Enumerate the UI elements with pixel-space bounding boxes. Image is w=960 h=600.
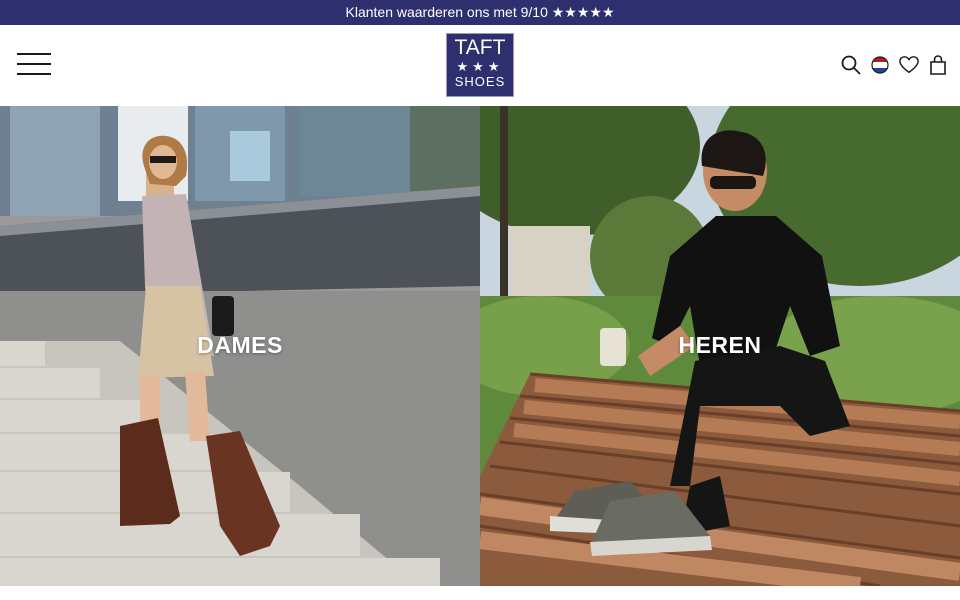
logo-line-1: TAFT [454, 36, 506, 59]
announcement-bar: Klanten waarderen ons met 9/10 ★★★★★ [0, 0, 960, 25]
logo-line-3: SHOES [454, 74, 506, 89]
hero-banner: DAMES HEREN [0, 106, 960, 586]
site-header: TAFT ★★★ SHOES [0, 25, 960, 106]
page-bottom-spacer [0, 586, 960, 600]
site-logo[interactable]: TAFT ★★★ SHOES [446, 33, 514, 97]
dames-label[interactable]: DAMES [0, 332, 480, 359]
header-icons [841, 55, 948, 75]
bag-icon[interactable] [928, 55, 948, 75]
announcement-text: Klanten waarderen ons met 9/10 ★★★★★ [345, 4, 615, 20]
logo-stars: ★★★ [456, 59, 504, 74]
category-dames-panel[interactable]: DAMES [0, 106, 480, 586]
heren-label[interactable]: HEREN [480, 332, 960, 359]
heart-icon[interactable] [899, 55, 919, 75]
menu-icon[interactable] [17, 53, 51, 75]
search-icon[interactable] [841, 55, 861, 75]
category-heren-panel[interactable]: HEREN [480, 106, 960, 586]
flag-nl-icon[interactable] [870, 55, 890, 75]
